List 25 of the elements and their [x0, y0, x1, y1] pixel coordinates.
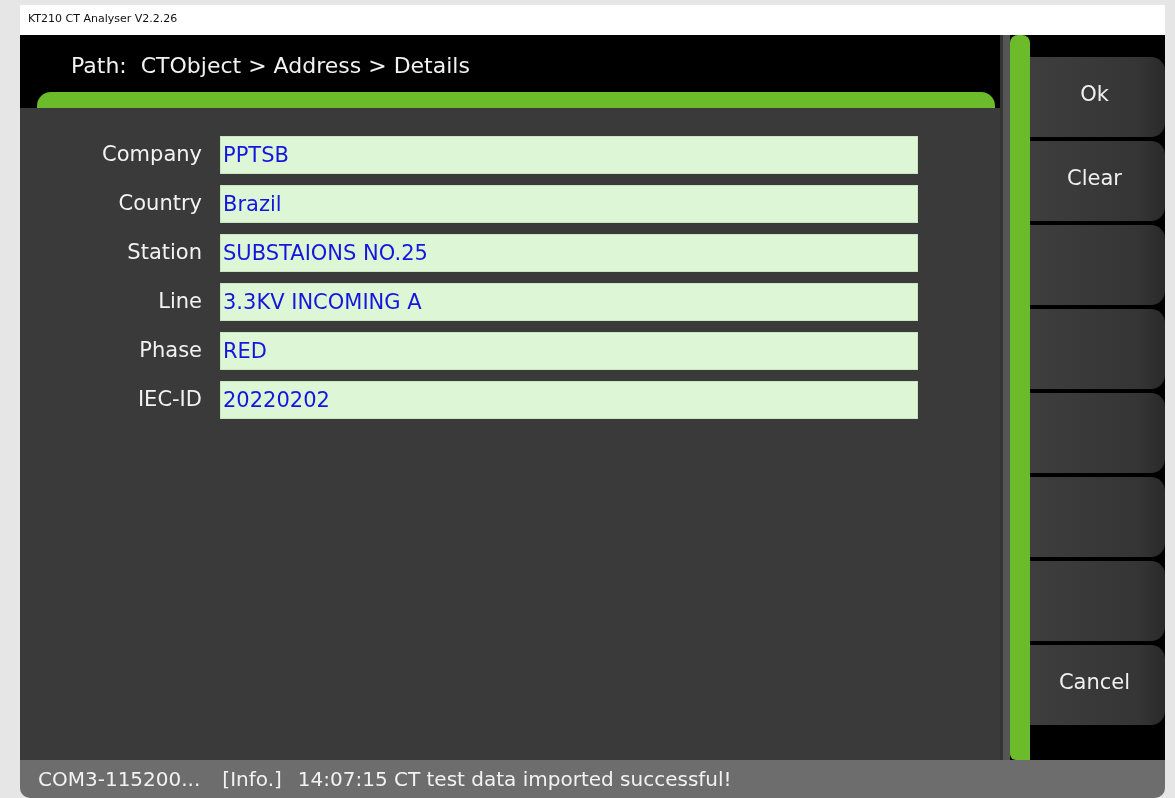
soft-key-button[interactable]: Clear	[1030, 141, 1165, 221]
log-level: [Info.]	[222, 766, 282, 793]
input-field[interactable]: 20220202	[220, 381, 918, 419]
input-field[interactable]: 3.3KV INCOMING A	[220, 283, 918, 321]
window-title: KT210 CT Analyser V2.2.26	[28, 12, 178, 25]
soft-key-button[interactable]	[1030, 561, 1165, 641]
soft-key-button[interactable]	[1030, 309, 1165, 389]
soft-key-button[interactable]	[1030, 393, 1165, 473]
field-label: Station	[126, 239, 203, 267]
soft-key-button[interactable]: Ok	[1030, 57, 1165, 137]
field-label: IEC-ID	[136, 386, 203, 414]
status-message: 14:07:15 CT test data imported successful!	[297, 766, 732, 793]
field-label: Country	[117, 190, 203, 218]
field-label: Line	[157, 288, 203, 316]
input-field[interactable]: PPTSB	[220, 136, 918, 174]
field-label: Phase	[138, 337, 203, 365]
soft-key-button[interactable]	[1030, 225, 1165, 305]
breadcrumb-path: Path: CTObject > Address > Details	[71, 53, 470, 78]
port-status: COM3-115200...	[38, 766, 201, 793]
field-label: Company	[101, 141, 203, 169]
soft-key-button[interactable]	[1030, 477, 1165, 557]
input-field[interactable]: RED	[220, 332, 918, 370]
input-field[interactable]: SUBSTAIONS NO.25	[220, 234, 918, 272]
input-field[interactable]: Brazil	[220, 185, 918, 223]
soft-key-button[interactable]: Cancel	[1030, 645, 1165, 725]
